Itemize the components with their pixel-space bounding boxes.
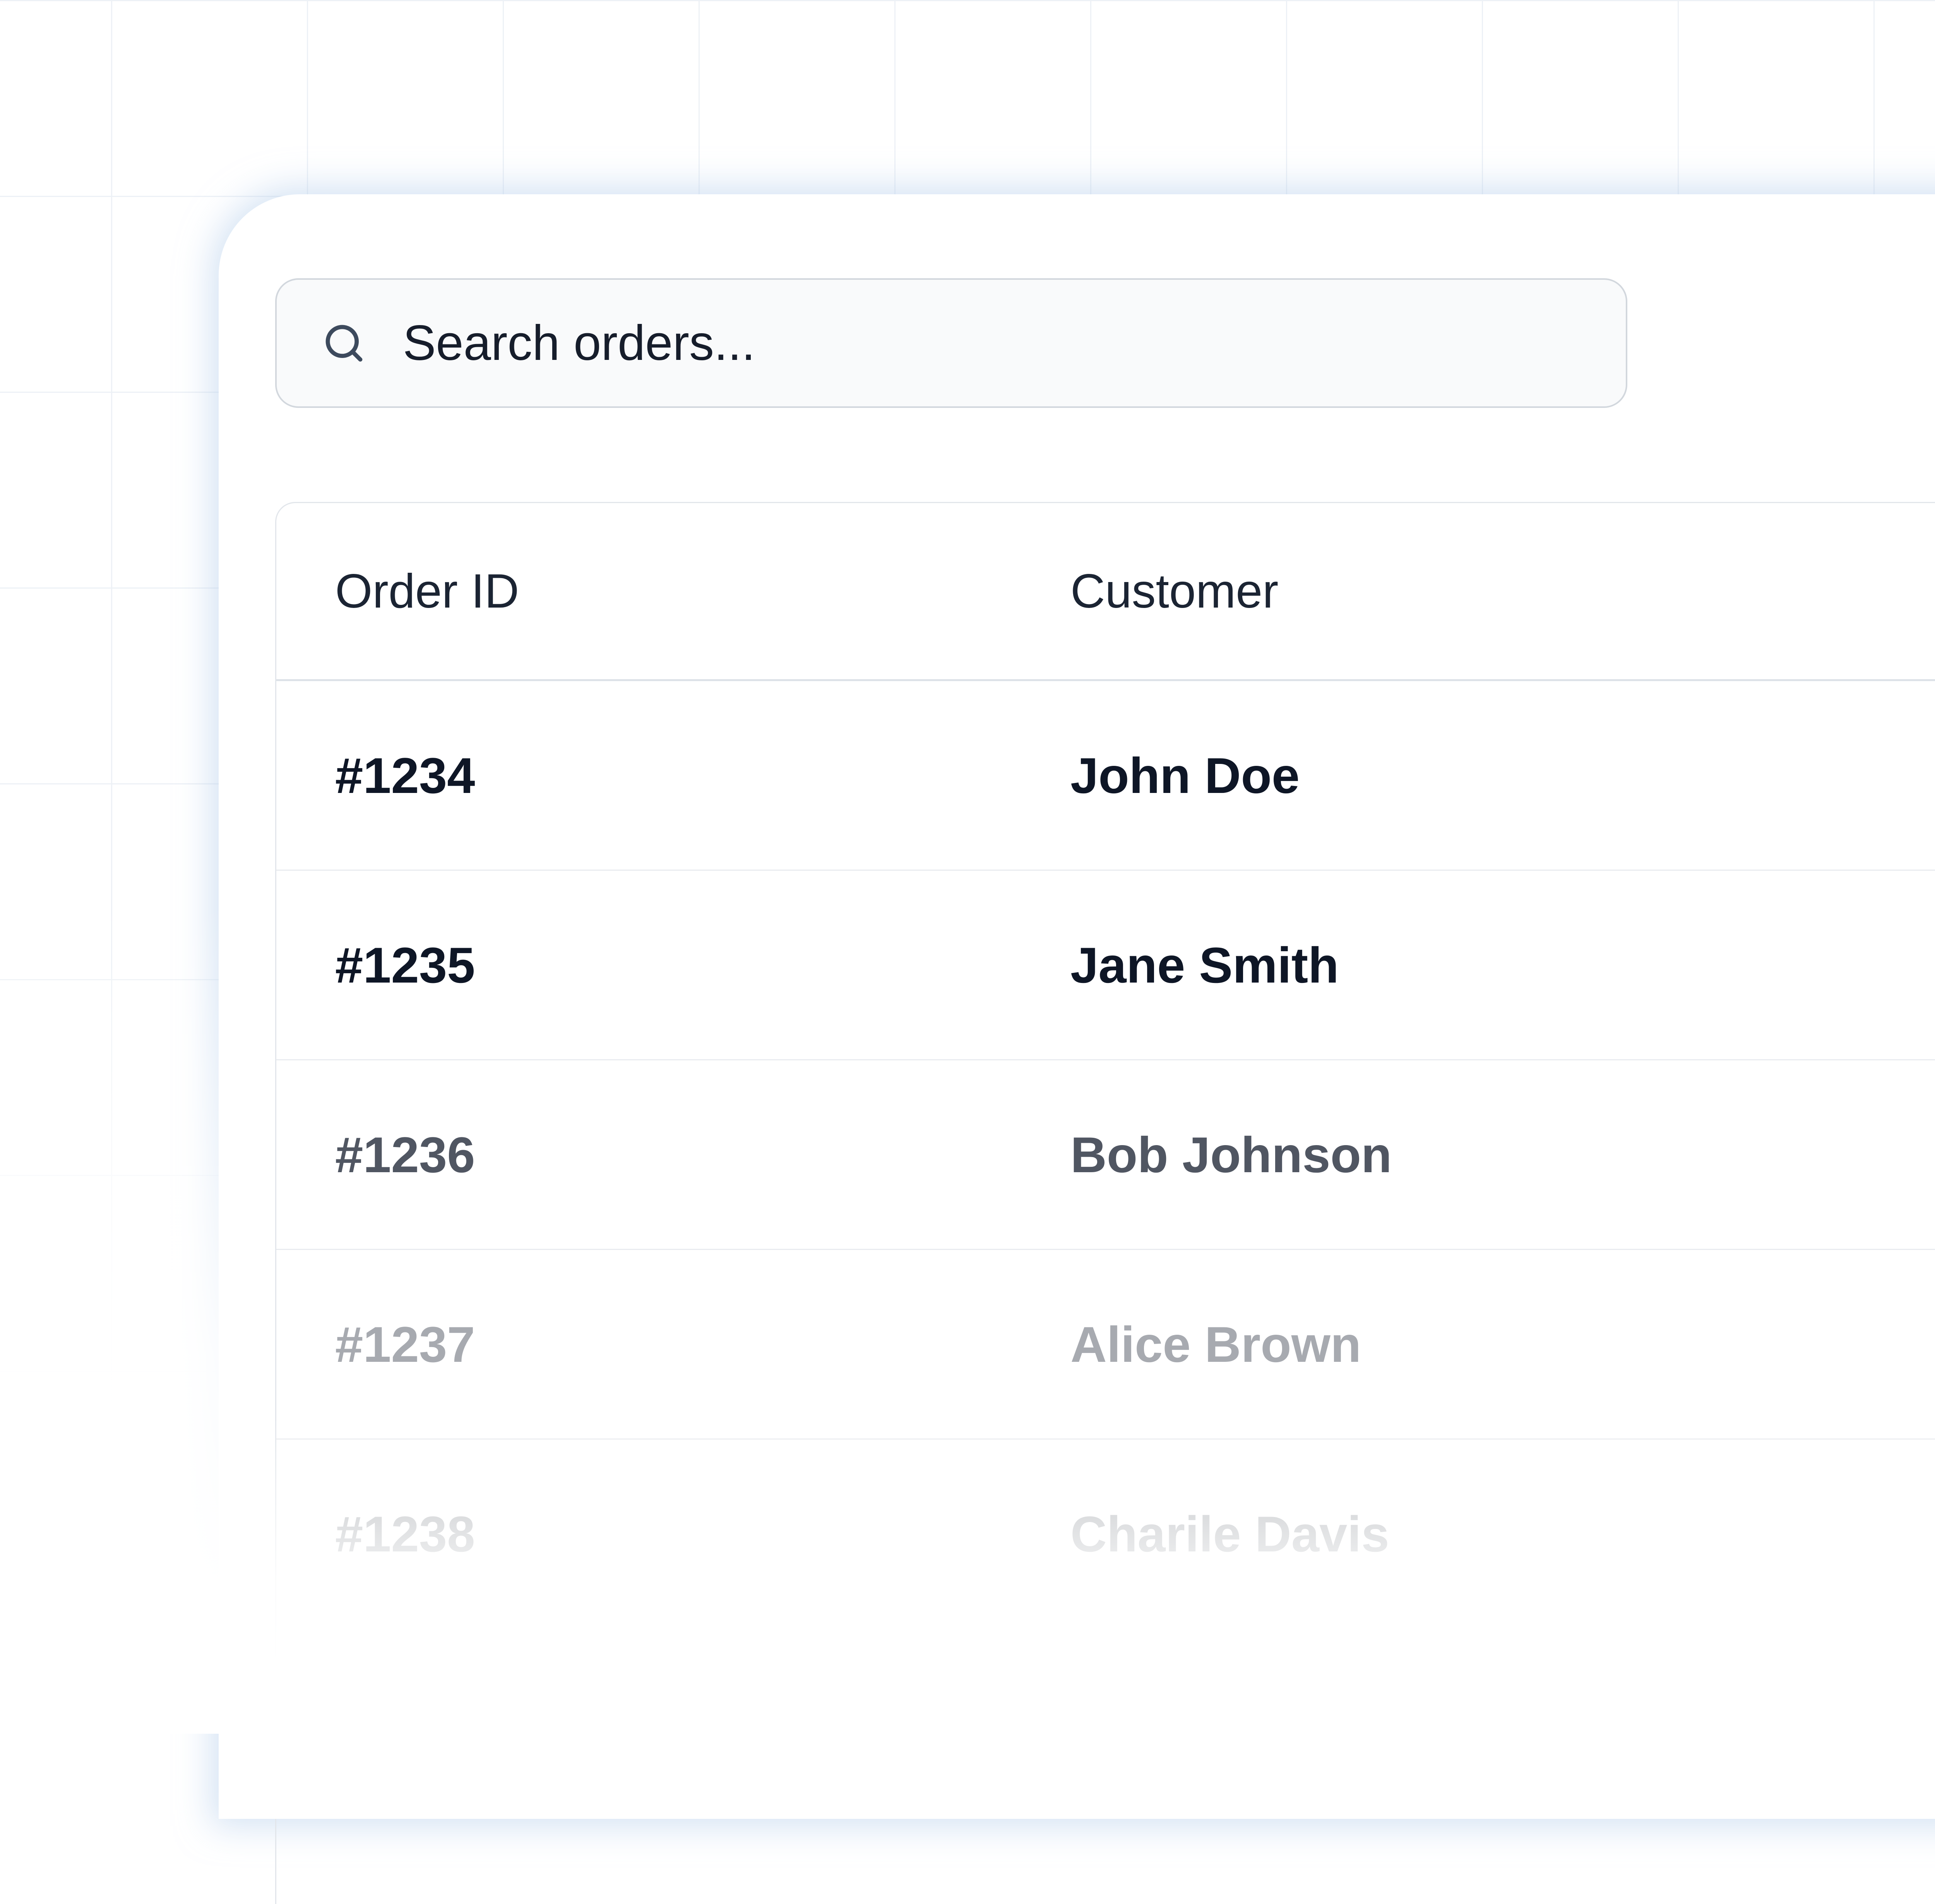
column-header-customer: Customer (1070, 503, 1935, 680)
order-id-cell: #1237 (276, 1250, 1070, 1439)
orders-table-panel: Order ID Customer Store #1234 John Doe M… (275, 502, 1935, 1904)
order-id-cell: #1236 (276, 1060, 1070, 1250)
customer-cell: Jane Smith (1070, 870, 1935, 1060)
table-row[interactable]: #1238 Charile Davis Fashion Hub (276, 1439, 1935, 1628)
table-row[interactable]: #1236 Bob Johnson Tech Store (276, 1060, 1935, 1250)
orders-card: Order ID Customer Store #1234 John Doe M… (219, 194, 1935, 1819)
table-header-row: Order ID Customer Store (276, 503, 1935, 680)
order-id-cell: #1235 (276, 870, 1070, 1060)
search-icon (322, 322, 366, 365)
customer-cell: John Doe (1070, 680, 1935, 870)
orders-table: Order ID Customer Store #1234 John Doe M… (276, 503, 1935, 1628)
table-row[interactable]: #1237 Alice Brown Main Store (276, 1250, 1935, 1439)
customer-cell: Bob Johnson (1070, 1060, 1935, 1250)
search-box[interactable] (275, 278, 1627, 408)
search-input[interactable] (403, 308, 1603, 378)
order-id-cell: #1238 (276, 1439, 1070, 1628)
table-row[interactable]: #1235 Jane Smith Fashion Hub (276, 870, 1935, 1060)
column-header-order-id: Order ID (276, 503, 1070, 680)
order-id-cell: #1234 (276, 680, 1070, 870)
customer-cell: Charile Davis (1070, 1439, 1935, 1628)
customer-cell: Alice Brown (1070, 1250, 1935, 1439)
table-row[interactable]: #1234 John Doe Main Store (276, 680, 1935, 870)
